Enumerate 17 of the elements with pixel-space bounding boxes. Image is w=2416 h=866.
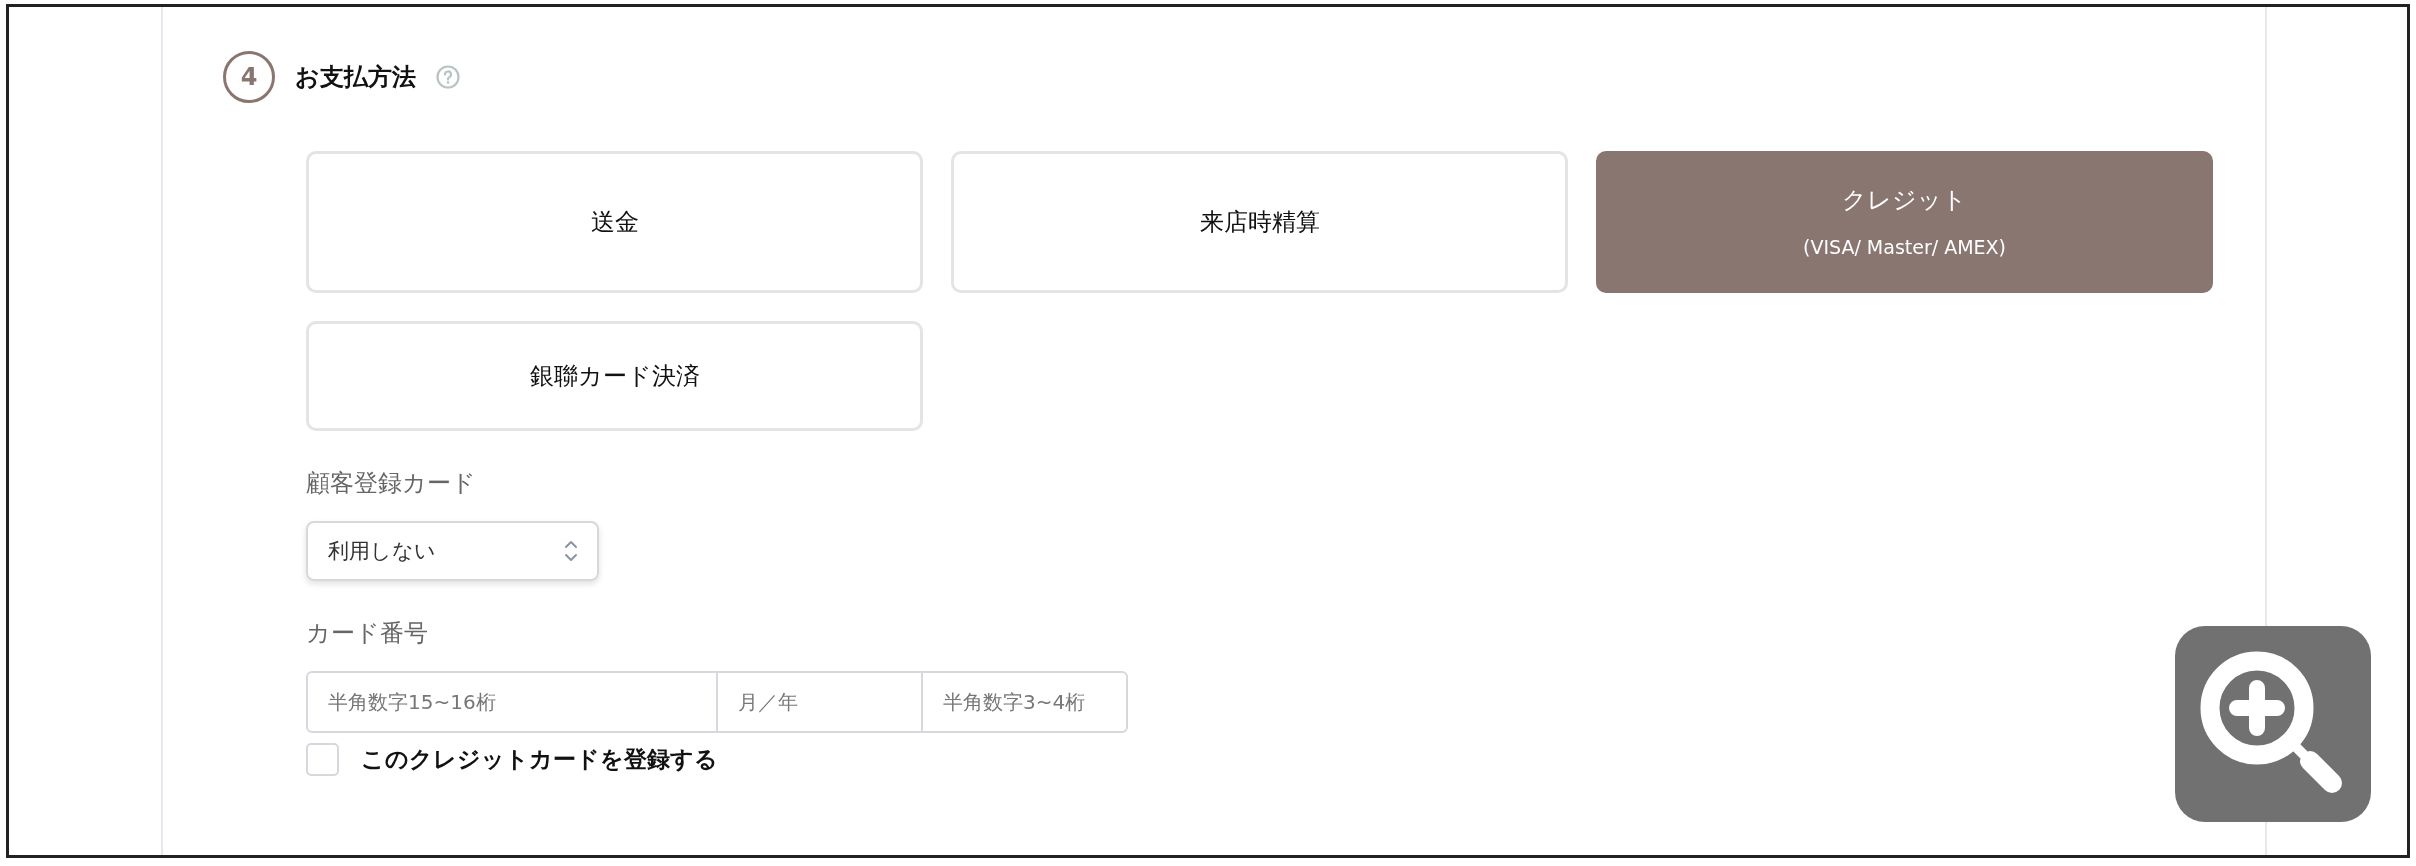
input-field[interactable]: 月／年 — [718, 671, 923, 733]
help-icon[interactable] — [436, 65, 460, 89]
payment-option[interactable]: 銀聯カード決済 — [306, 321, 923, 431]
chevron-icon — [563, 538, 579, 564]
field-label: カード番号 — [306, 618, 429, 649]
step-number: 4 — [223, 51, 275, 103]
payment-option[interactable]: クレジット (VISA/ Master/ AMEX) — [1596, 151, 2213, 293]
payment-option[interactable]: 送金 — [306, 151, 923, 293]
section-title: お支払方法 — [295, 62, 416, 93]
field-label: 顧客登録カード — [306, 468, 477, 499]
checkbox[interactable] — [306, 743, 339, 776]
input-field[interactable]: 半角数字15~16桁 — [306, 671, 718, 733]
payment-option[interactable]: 来店時精算 — [951, 151, 1568, 293]
checkbox-label: このクレジットカードを登録する — [361, 745, 718, 774]
zoom-in-button[interactable] — [2175, 626, 2371, 822]
card-select[interactable]: 利用しない — [306, 521, 599, 581]
input-field[interactable]: 半角数字3~4桁 — [923, 671, 1128, 733]
